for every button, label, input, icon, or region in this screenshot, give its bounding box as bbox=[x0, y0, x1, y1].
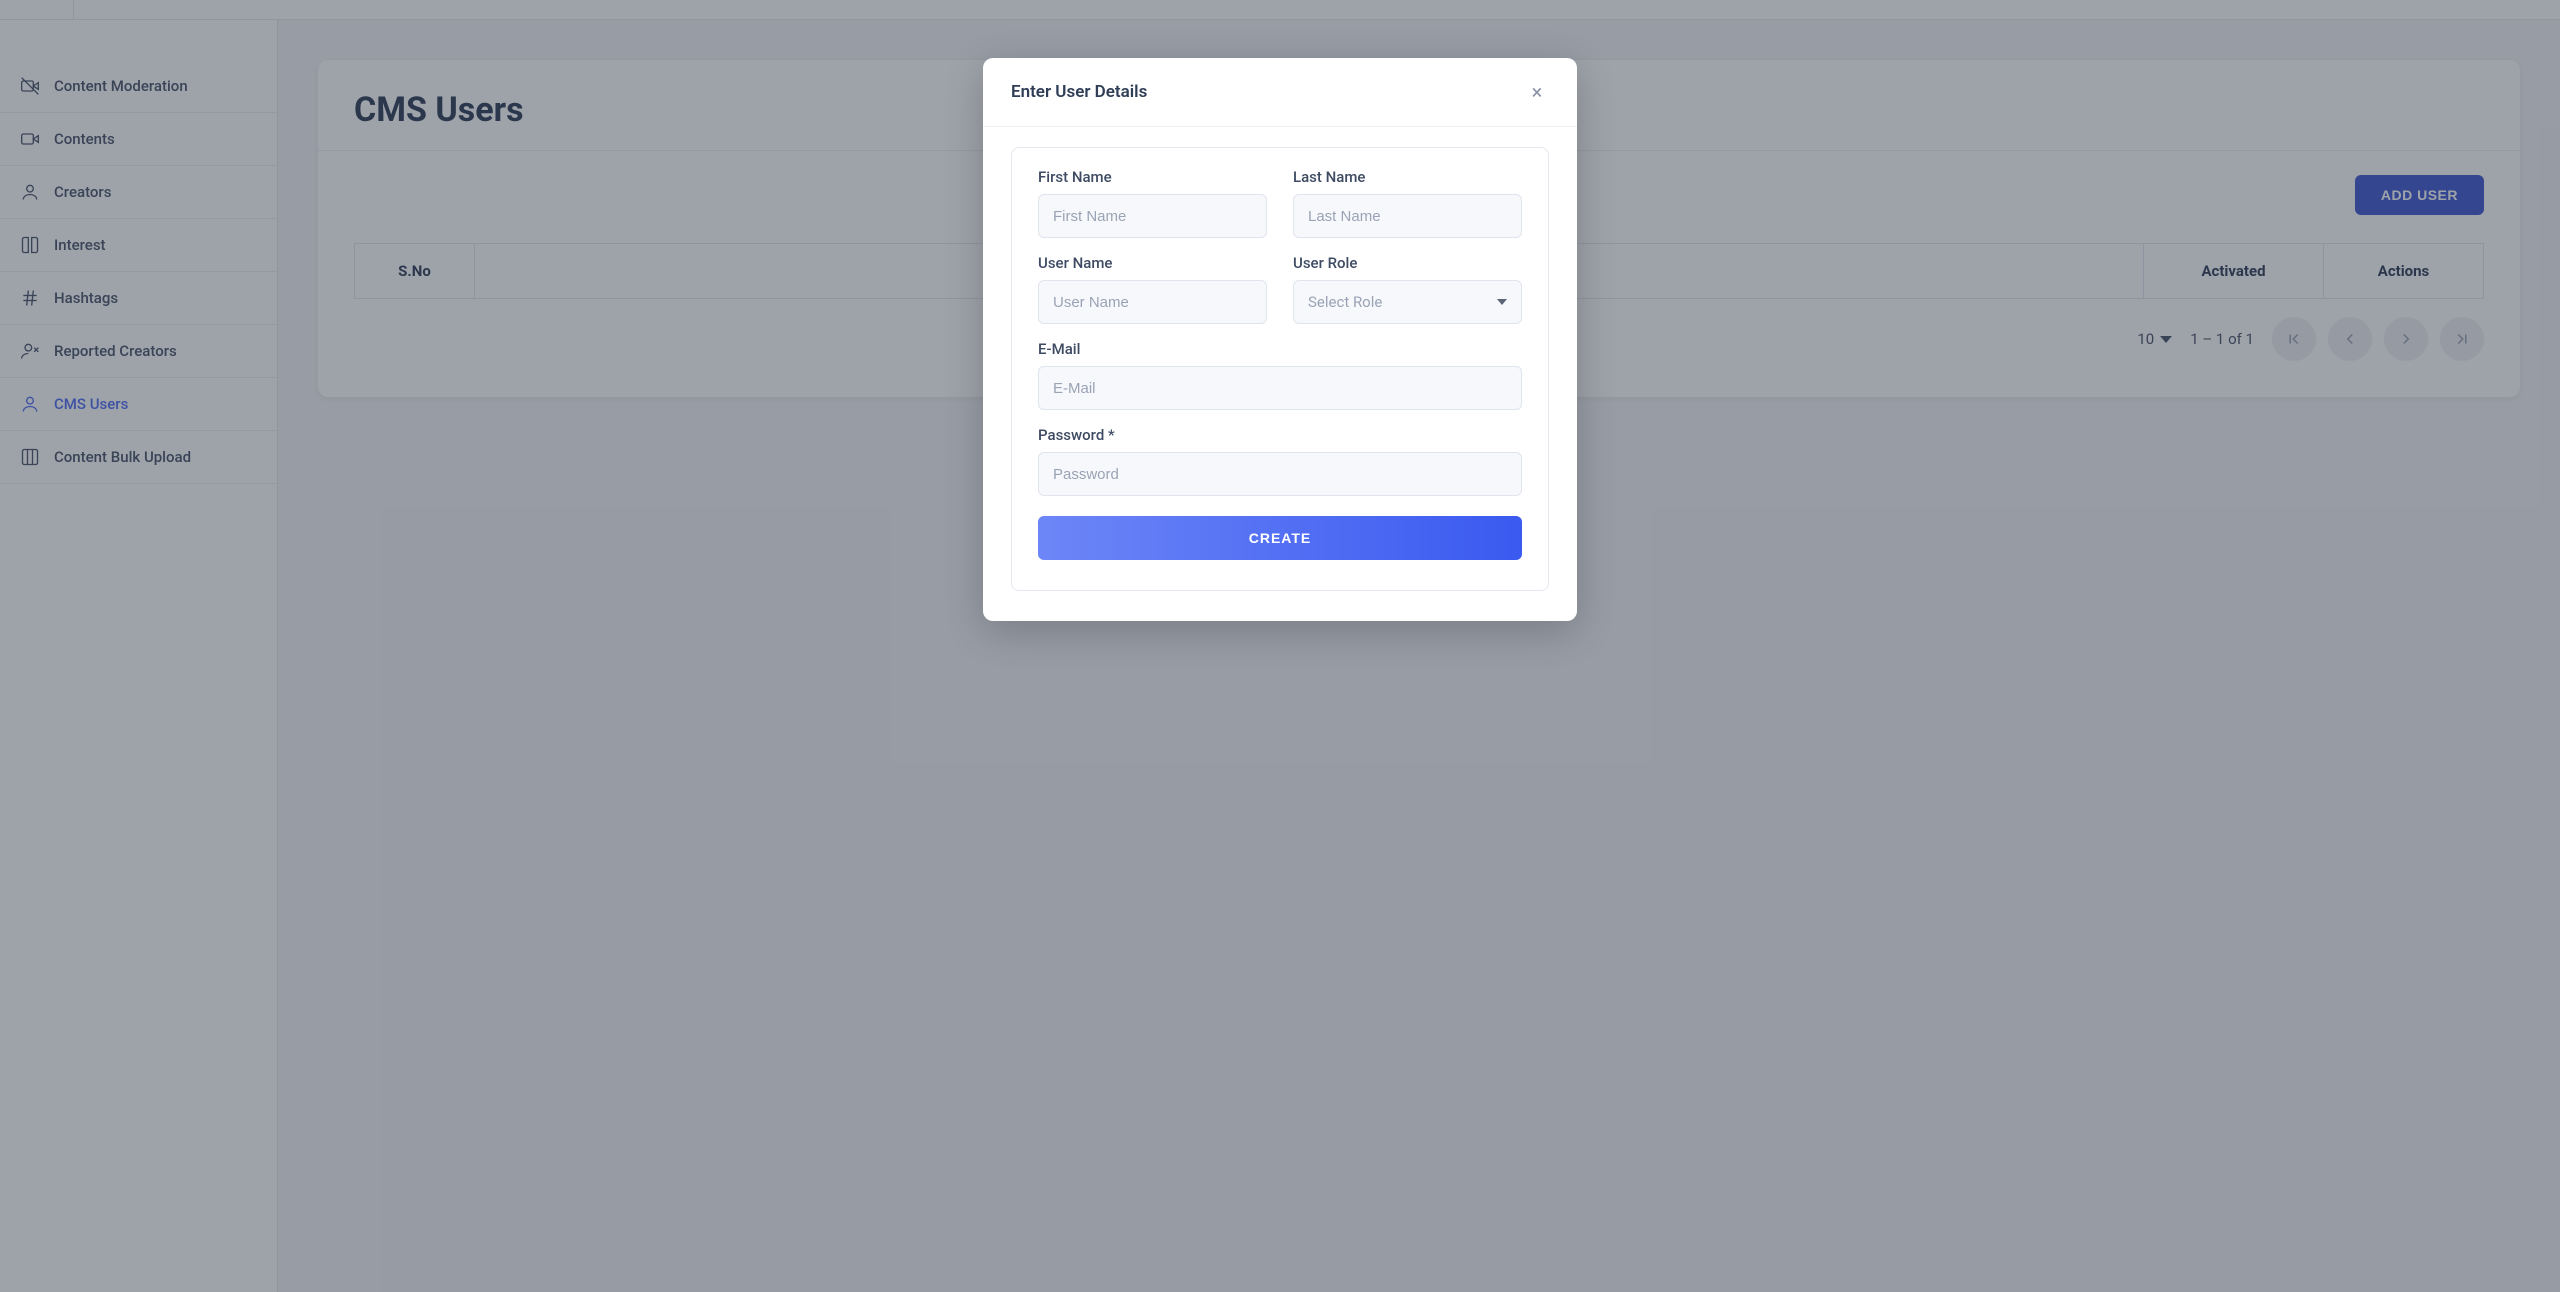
modal-title: Enter User Details bbox=[1011, 82, 1147, 102]
enter-user-details-modal: Enter User Details × First Name Last Nam… bbox=[983, 58, 1577, 621]
close-button[interactable]: × bbox=[1525, 80, 1549, 104]
last-name-input[interactable] bbox=[1293, 194, 1522, 238]
chevron-down-icon bbox=[1497, 299, 1507, 305]
close-icon: × bbox=[1532, 82, 1543, 102]
email-input[interactable] bbox=[1038, 366, 1522, 410]
user-name-input[interactable] bbox=[1038, 280, 1267, 324]
password-input[interactable] bbox=[1038, 452, 1522, 496]
first-name-input[interactable] bbox=[1038, 194, 1267, 238]
modal-overlay[interactable]: Enter User Details × First Name Last Nam… bbox=[0, 0, 2560, 1292]
user-role-label: User Role bbox=[1293, 254, 1522, 272]
user-role-placeholder: Select Role bbox=[1308, 293, 1382, 311]
password-label: Password * bbox=[1038, 426, 1522, 444]
user-form: First Name Last Name User Name bbox=[1011, 147, 1549, 591]
last-name-label: Last Name bbox=[1293, 168, 1522, 186]
first-name-label: First Name bbox=[1038, 168, 1267, 186]
email-label: E-Mail bbox=[1038, 340, 1522, 358]
create-button[interactable]: CREATE bbox=[1038, 516, 1522, 560]
user-role-select[interactable]: Select Role bbox=[1293, 280, 1522, 324]
user-name-label: User Name bbox=[1038, 254, 1267, 272]
